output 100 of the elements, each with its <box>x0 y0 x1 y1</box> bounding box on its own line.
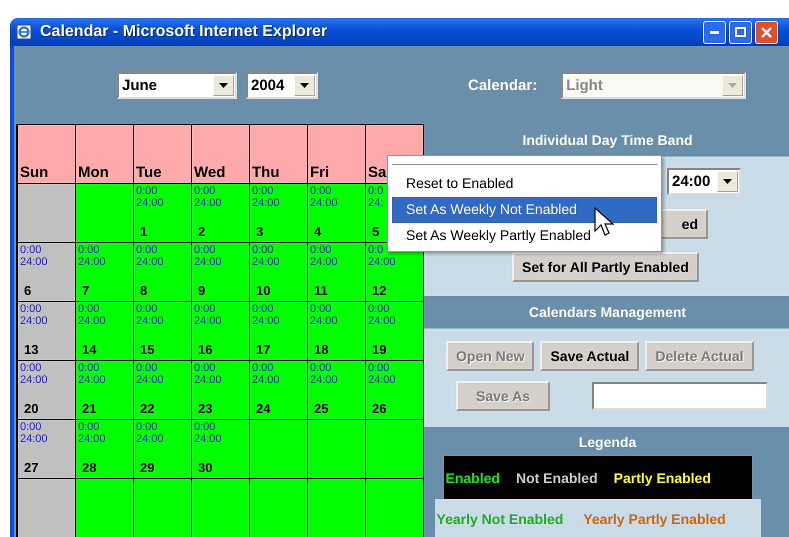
start-time: 0:00 <box>310 244 332 256</box>
day-number: 7 <box>82 283 90 298</box>
mouse-pointer-icon <box>594 207 616 239</box>
start-time: 0:00 <box>78 421 100 433</box>
month-select[interactable]: June <box>117 72 237 98</box>
day-cell[interactable] <box>76 479 134 537</box>
day-cell[interactable] <box>308 479 366 537</box>
day-cell[interactable]: 0:00 24:00 1 <box>134 184 192 243</box>
end-time: 24:00 <box>78 256 106 268</box>
day-number: 3 <box>256 224 264 239</box>
day-cell[interactable]: 0:00 24:00 27 <box>18 420 76 479</box>
day-cell[interactable]: 0:00 24:00 14 <box>76 302 134 361</box>
day-cell[interactable] <box>18 184 76 243</box>
management-button[interactable]: Save Actual <box>540 341 640 371</box>
day-cell[interactable]: 0:00 24:00 22 <box>134 361 192 420</box>
day-cell[interactable]: 0:00 24:00 4 <box>308 184 366 243</box>
day-number: 28 <box>82 460 96 475</box>
day-cell[interactable]: 0:00 24:00 26 <box>366 361 424 420</box>
day-number: 14 <box>82 342 96 357</box>
day-cell[interactable]: 0:00 24:00 7 <box>76 243 134 302</box>
day-cell[interactable]: 0:00 24:00 9 <box>192 243 250 302</box>
day-cell[interactable]: 0:00 24:00 3 <box>250 184 308 243</box>
start-time: 0:00 <box>136 185 158 197</box>
end-time: 24:00 <box>310 256 338 268</box>
day-number: 21 <box>82 401 96 416</box>
day-number: 29 <box>140 460 154 475</box>
end-time: 24:00 <box>194 256 222 268</box>
day-cell[interactable]: 0:00 24:00 13 <box>18 302 76 361</box>
day-number: 4 <box>314 224 322 239</box>
start-time: 0:00 <box>136 244 158 256</box>
start-time: 0:00 <box>252 244 274 256</box>
day-number: 11 <box>314 283 328 298</box>
day-cell[interactable]: 0:00 24:00 15 <box>134 302 192 361</box>
calendar-name-field[interactable] <box>592 382 768 410</box>
end-time: 24:00 <box>136 197 164 209</box>
end-time: 24:00 <box>252 197 280 209</box>
start-time: 0:00 <box>136 421 158 433</box>
day-cell[interactable]: 0:00 24:00 2 <box>192 184 250 243</box>
end-time: 24:00 <box>194 433 222 445</box>
day-number: 5 <box>372 224 380 239</box>
day-cell[interactable]: 0:00 24:00 30 <box>192 420 250 479</box>
day-cell[interactable]: 0:00 24:00 19 <box>366 302 424 361</box>
start-time: 0:0 <box>368 185 384 197</box>
day-cell[interactable]: 0:00 24:00 11 <box>308 243 366 302</box>
day-cell[interactable]: 0:00 24:00 25 <box>308 361 366 420</box>
day-cell[interactable]: 0:0 24:00 12 <box>366 243 424 302</box>
day-number: 20 <box>24 401 38 416</box>
start-time: 0:00 <box>78 362 100 374</box>
day-cell[interactable]: 0:00 24:00 18 <box>308 302 366 361</box>
day-cell[interactable]: 0:00 24:00 21 <box>76 361 134 420</box>
end-time: 24:00 <box>368 256 396 268</box>
start-time: 0:00 <box>310 185 332 197</box>
day-number: 6 <box>24 283 32 298</box>
day-cell[interactable]: 0:00 24:00 10 <box>250 243 308 302</box>
day-cell[interactable] <box>366 420 424 479</box>
dropdown-arrow-icon <box>728 82 738 88</box>
maximize-icon <box>735 27 746 37</box>
year-select[interactable]: 2004 <box>246 72 318 98</box>
start-time: 0:00 <box>136 362 158 374</box>
day-cell[interactable]: 0:00 24:00 16 <box>192 302 250 361</box>
day-cell[interactable]: 0:00 24:00 6 <box>18 243 76 302</box>
legend-item: Partly Enabled <box>614 470 711 486</box>
day-cell[interactable] <box>250 420 308 479</box>
end-time: 24:00 <box>78 374 106 386</box>
day-cell[interactable] <box>192 479 250 537</box>
day-cell[interactable]: 0:00 24:00 28 <box>76 420 134 479</box>
day-cell[interactable] <box>250 479 308 537</box>
end-time: 24:00 <box>368 374 396 386</box>
close-button[interactable] <box>755 20 778 44</box>
end-time: 24:00 <box>20 315 48 327</box>
end-time-select[interactable]: 24:00 <box>667 168 741 195</box>
day-cell[interactable] <box>308 420 366 479</box>
day-number: 27 <box>24 460 38 475</box>
maximize-button[interactable] <box>729 20 752 44</box>
minimize-button[interactable] <box>703 20 726 44</box>
day-number: 18 <box>314 342 328 357</box>
day-cell[interactable]: 0:00 24:00 17 <box>250 302 308 361</box>
weekday-header: Tue <box>134 125 192 184</box>
day-cell[interactable]: 0:00 24:00 8 <box>134 243 192 302</box>
day-cell[interactable]: 0:00 24:00 20 <box>18 361 76 420</box>
end-time: 24:00 <box>78 315 106 327</box>
day-cell[interactable]: 0:00 24:00 23 <box>192 361 250 420</box>
day-cell[interactable]: 0:00 24:00 29 <box>134 420 192 479</box>
day-cell[interactable] <box>134 479 192 537</box>
dropdown-arrow-icon <box>723 179 732 184</box>
dropdown-arrow-icon <box>300 82 309 88</box>
day-cell[interactable] <box>76 184 134 243</box>
menu-item[interactable]: Set As Weekly Not Enabled <box>392 197 657 223</box>
start-time: 0:00 <box>194 244 216 256</box>
close-icon <box>761 26 772 38</box>
start-time: 0:00 <box>20 362 42 374</box>
set-all-button[interactable]: Set for All Partly Enabled <box>512 252 699 282</box>
day-number: 23 <box>198 401 212 416</box>
end-time: 24:00 <box>194 374 222 386</box>
day-cell[interactable] <box>18 479 76 537</box>
day-cell[interactable]: 0:00 24:00 24 <box>250 361 308 420</box>
day-cell[interactable] <box>366 479 424 537</box>
day-number: 24 <box>256 401 270 416</box>
day-number: 10 <box>256 283 270 298</box>
legend-item: Yearly Partly Enabled <box>583 510 726 526</box>
